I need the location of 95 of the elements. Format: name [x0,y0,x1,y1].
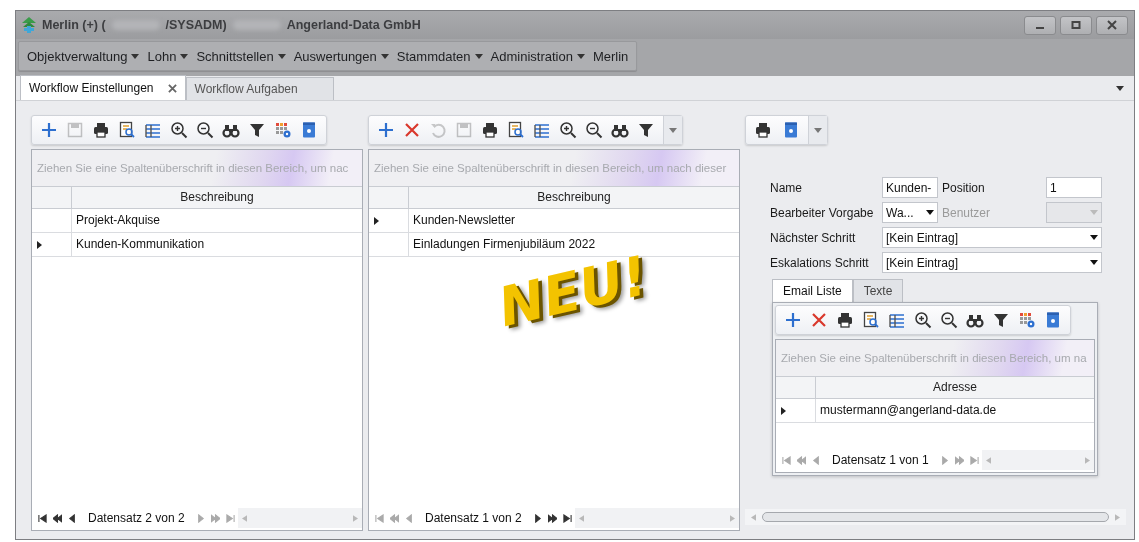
caret-icon [1090,210,1098,215]
dropdown-caret-icon[interactable] [1116,85,1124,91]
cross-icon[interactable] [403,121,421,139]
menu-item[interactable]: Lohn [143,48,193,64]
window-title: Angerland-Data GmbH [286,18,421,32]
caret-icon [1090,260,1098,265]
field-label: Bearbeiter Vorgabe [770,205,875,220]
group-panel-hint: Ziehen Sie eine Spaltenüberschrift in diesen Bereich, um nac [37,162,349,174]
window-title: Merlin (+) ( [42,18,106,32]
zoom-out-icon[interactable] [940,311,958,329]
overflow-caret-icon[interactable] [814,127,822,133]
field-label: Eskalations Schritt [770,255,870,270]
help-icon[interactable] [300,121,318,139]
previous-record-icon[interactable] [68,513,77,523]
grid-gear-icon[interactable] [1018,311,1036,329]
row-indicator [374,216,379,225]
minimize-button[interactable] [1024,15,1056,35]
caret-icon [131,53,140,59]
menu-item[interactable]: Stammdaten [392,48,487,64]
field-label: Position [942,180,986,195]
zoom-out-icon[interactable] [585,121,603,139]
field-label: Benutzer [942,205,992,220]
menu-item[interactable]: Objektverwaltung [23,48,144,64]
caret-icon [926,210,934,215]
record-counter: Datensatz 2 von 2 [87,511,186,525]
editor-dropdown[interactable]: Wa... [882,202,938,223]
zoom-in-icon[interactable] [914,311,932,329]
tab[interactable]: Email Liste [772,279,853,302]
group-panel-hint: Ziehen Sie eine Spaltenüberschrift in diesen Bereich, um nach dieser [374,162,727,174]
tab[interactable]: Workflow Einstellungen [20,75,186,100]
plus-icon[interactable] [377,121,395,139]
next-step-dropdown[interactable]: [Kein Eintrag] [882,227,1102,248]
tab[interactable]: Workflow Aufgaben [185,77,334,100]
field-label: Name [770,180,803,195]
document-search-icon[interactable] [507,121,525,139]
field-label: Nächster Schritt [770,230,857,245]
position-field[interactable]: 1 [1046,177,1102,198]
table-cell[interactable]: Kunden-Newsletter [409,209,739,232]
table-cell[interactable]: mustermann@angerland-data.de [816,399,1094,422]
caret-icon [277,53,286,59]
plus-icon[interactable] [40,121,58,139]
record-counter: Datensatz 1 von 2 [424,511,523,525]
previous-page-icon[interactable] [53,513,62,523]
zoom-out-icon[interactable] [196,121,214,139]
caret-icon [474,53,483,59]
close-icon[interactable] [167,83,177,93]
menu-item[interactable]: Administration [486,48,589,64]
printer-icon[interactable] [836,311,854,329]
caret-icon [576,53,585,59]
minimize-icon [1036,27,1044,29]
zoom-in-icon[interactable] [559,121,577,139]
columns-icon[interactable] [533,121,551,139]
row-indicator [781,406,786,415]
next-page-icon[interactable] [547,513,557,523]
cross-icon[interactable] [810,311,828,329]
tab[interactable]: Texte [852,279,904,302]
filter-icon[interactable] [637,121,655,139]
maximize-icon [1071,20,1081,30]
menu-item[interactable]: Merlin [588,48,633,64]
document-search-icon[interactable] [118,121,136,139]
escalation-step-dropdown[interactable]: [Kein Eintrag] [882,252,1102,273]
name-field[interactable]: Kunden- [882,177,938,198]
menu-item[interactable]: Auswertungen [289,48,393,64]
menu-item[interactable]: Schnittstellen [192,48,290,64]
printer-icon[interactable] [754,121,772,139]
caret-icon [1090,235,1098,240]
caret-icon [380,53,389,59]
table-cell[interactable]: Projekt-Akquise [72,209,362,232]
plus-icon[interactable] [784,311,802,329]
row-indicator [37,240,42,249]
help-icon[interactable] [782,121,800,139]
window-title: /SYSADM) [165,18,227,32]
overflow-caret-icon[interactable] [669,127,677,133]
record-counter: Datensatz 1 von 1 [831,453,930,467]
printer-icon[interactable] [481,121,499,139]
columns-icon[interactable] [144,121,162,139]
table-cell[interactable]: Einladungen Firmenjubiläum 2022 [409,233,739,256]
table-cell[interactable]: Kunden-Kommunikation [72,233,362,256]
close-icon [1107,20,1117,30]
close-button[interactable] [1096,15,1128,35]
columns-icon[interactable] [888,311,906,329]
next-record-icon[interactable] [532,513,542,523]
app-logo-icon [20,16,38,34]
document-search-icon[interactable] [862,311,880,329]
grid-gear-icon[interactable] [274,121,292,139]
maximize-button[interactable] [1060,15,1092,35]
filter-icon[interactable] [248,121,266,139]
last-record-icon[interactable] [562,513,572,523]
first-record-icon[interactable] [38,513,47,523]
zoom-in-icon[interactable] [170,121,188,139]
help-icon[interactable] [1044,311,1062,329]
printer-icon[interactable] [92,121,110,139]
filter-icon[interactable] [992,311,1010,329]
group-panel-hint: Ziehen Sie eine Spaltenüberschrift in diesen Bereich, um na [781,352,1087,364]
caret-icon [180,53,189,59]
